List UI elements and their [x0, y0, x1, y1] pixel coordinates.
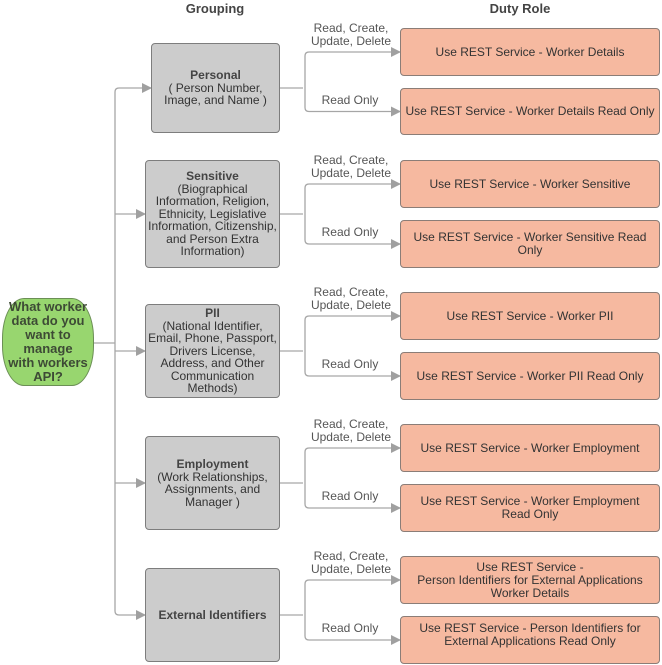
grouping-header: Grouping	[185, 1, 245, 16]
group-title: PII	[205, 306, 220, 321]
edge-label-full-access: Read, Create, Update, Delete	[306, 286, 396, 311]
duty-role-label: Use REST Service - Worker Sensitive Read…	[413, 230, 647, 257]
connector-employment-full-access	[304, 443, 401, 483]
connector-pii-full-access	[304, 311, 401, 351]
duty-role-label: Use REST Service - Worker Employment	[420, 440, 640, 455]
edge-label-line: Read, Create,	[313, 417, 389, 431]
duty-role-pii-read-only[interactable]: Use REST Service - Worker PII Read Only	[400, 352, 660, 400]
duty-role-header: Duty Role	[489, 1, 551, 16]
duty-role-label: Use REST Service - Person Identifiers fo…	[419, 621, 641, 648]
group-sensitive[interactable]: Sensitive (Biographical Information, Relig…	[145, 160, 280, 268]
edge-label-full-access: Read, Create, Update, Delete	[306, 22, 396, 47]
duty-role-sensitive-read-only[interactable]: Use REST Service - Worker Sensitive Read…	[400, 220, 660, 268]
start-node-question[interactable]: What worker data do you want to manage with…	[2, 298, 94, 386]
duty-role-sensitive-full-access[interactable]: Use REST Service - Worker Sensitive	[400, 160, 660, 208]
group-pii[interactable]: PII (National Identifier, Email, Phone, Pa…	[145, 304, 280, 398]
group-title: External Identifiers	[158, 607, 267, 622]
connector-to-personal	[114, 83, 152, 93]
group-title: Sensitive	[186, 169, 239, 184]
group-description-line: Information, Religion,	[155, 194, 270, 209]
duty-role-external-identifiers-full-access[interactable]: Use REST Service - Person Identifiers for…	[400, 556, 660, 604]
connector-sensitive-full-access	[304, 179, 401, 214]
group-description-line: Image, and Name )	[164, 93, 267, 108]
edge-label-line: Update, Delete	[310, 165, 392, 180]
group-description-line: Manager )	[185, 494, 240, 509]
duty-role-label: Use REST Service - Person Identifiers for…	[417, 559, 643, 600]
edge-label-read-only: Read Only	[321, 621, 379, 635]
group-description-line: Address, and Other	[160, 356, 265, 371]
edge-label-line: Update, Delete	[310, 297, 392, 312]
duty-role-label: Use REST Service - Worker PII	[446, 308, 614, 323]
edge-label-line: Read, Create,	[313, 285, 389, 299]
connector-to-external-identifiers	[114, 610, 146, 620]
edge-label-line: Read, Create,	[313, 549, 389, 563]
duty-role-label: Use REST Service - Worker Sensitive	[429, 176, 631, 191]
group-personal[interactable]: Personal( Person Number, Image, and Name …	[151, 43, 280, 133]
duty-role-employment-read-only[interactable]: Use REST Service - Worker Employment Rea…	[400, 484, 660, 532]
duty-role-personal-read-only[interactable]: Use REST Service - Worker Details Read O…	[400, 88, 660, 135]
duty-role-label: Use REST Service - Worker Employment Rea…	[420, 494, 640, 521]
edge-label-read-only: Read Only	[321, 489, 379, 503]
edge-label-line: Update, Delete	[310, 33, 392, 48]
group-description-line: Email, Phone, Passport,	[148, 331, 277, 346]
edge-label-read-only: Read Only	[321, 225, 379, 239]
group-external-identifiers[interactable]: External Identifiers	[145, 568, 280, 662]
edge-label-line: Read, Create,	[313, 21, 389, 35]
duty-role-label: Use REST Service - Worker PII Read Only	[416, 368, 644, 383]
group-employment[interactable]: Employment (Work Relationships, Assignment…	[145, 436, 280, 530]
duty-role-pii-full-access[interactable]: Use REST Service - Worker PII	[400, 292, 660, 340]
edge-label-full-access: Read, Create, Update, Delete	[306, 418, 396, 443]
edge-label-line: Update, Delete	[310, 561, 392, 576]
edge-label-line: Read, Create,	[313, 153, 389, 167]
group-description-line: Methods)	[187, 381, 238, 396]
group-title: Personal	[190, 68, 241, 83]
duty-role-external-identifiers-read-only[interactable]: Use REST Service - Person Identifiers fo…	[400, 616, 660, 664]
group-description-line: Information, Citizenship,	[148, 219, 277, 234]
edge-label-read-only: Read Only	[321, 92, 379, 107]
duty-role-personal-full-access[interactable]: Use REST Service - Worker Details	[400, 28, 660, 76]
group-description-line: Assignments, and	[164, 482, 261, 496]
group-title: Employment	[176, 457, 249, 471]
duty-role-label: Use REST Service - Worker Details Read O…	[405, 104, 655, 118]
edge-label-read-only: Read Only	[321, 357, 379, 371]
edge-label-line: Update, Delete	[310, 429, 392, 444]
duty-role-label: Use REST Service - Worker Details	[435, 44, 625, 59]
group-description-line: Information)	[180, 244, 245, 259]
start-node-text: What worker data do you want to manage with…	[8, 299, 88, 384]
duty-role-employment-full-access[interactable]: Use REST Service - Worker Employment	[400, 424, 660, 472]
edge-label-full-access: Read, Create, Update, Delete	[306, 154, 396, 179]
connector-personal-full-access	[304, 47, 401, 88]
edge-label-full-access: Read, Create, Update, Delete	[306, 550, 396, 575]
connector-external-identifiers-full-access	[304, 575, 401, 615]
